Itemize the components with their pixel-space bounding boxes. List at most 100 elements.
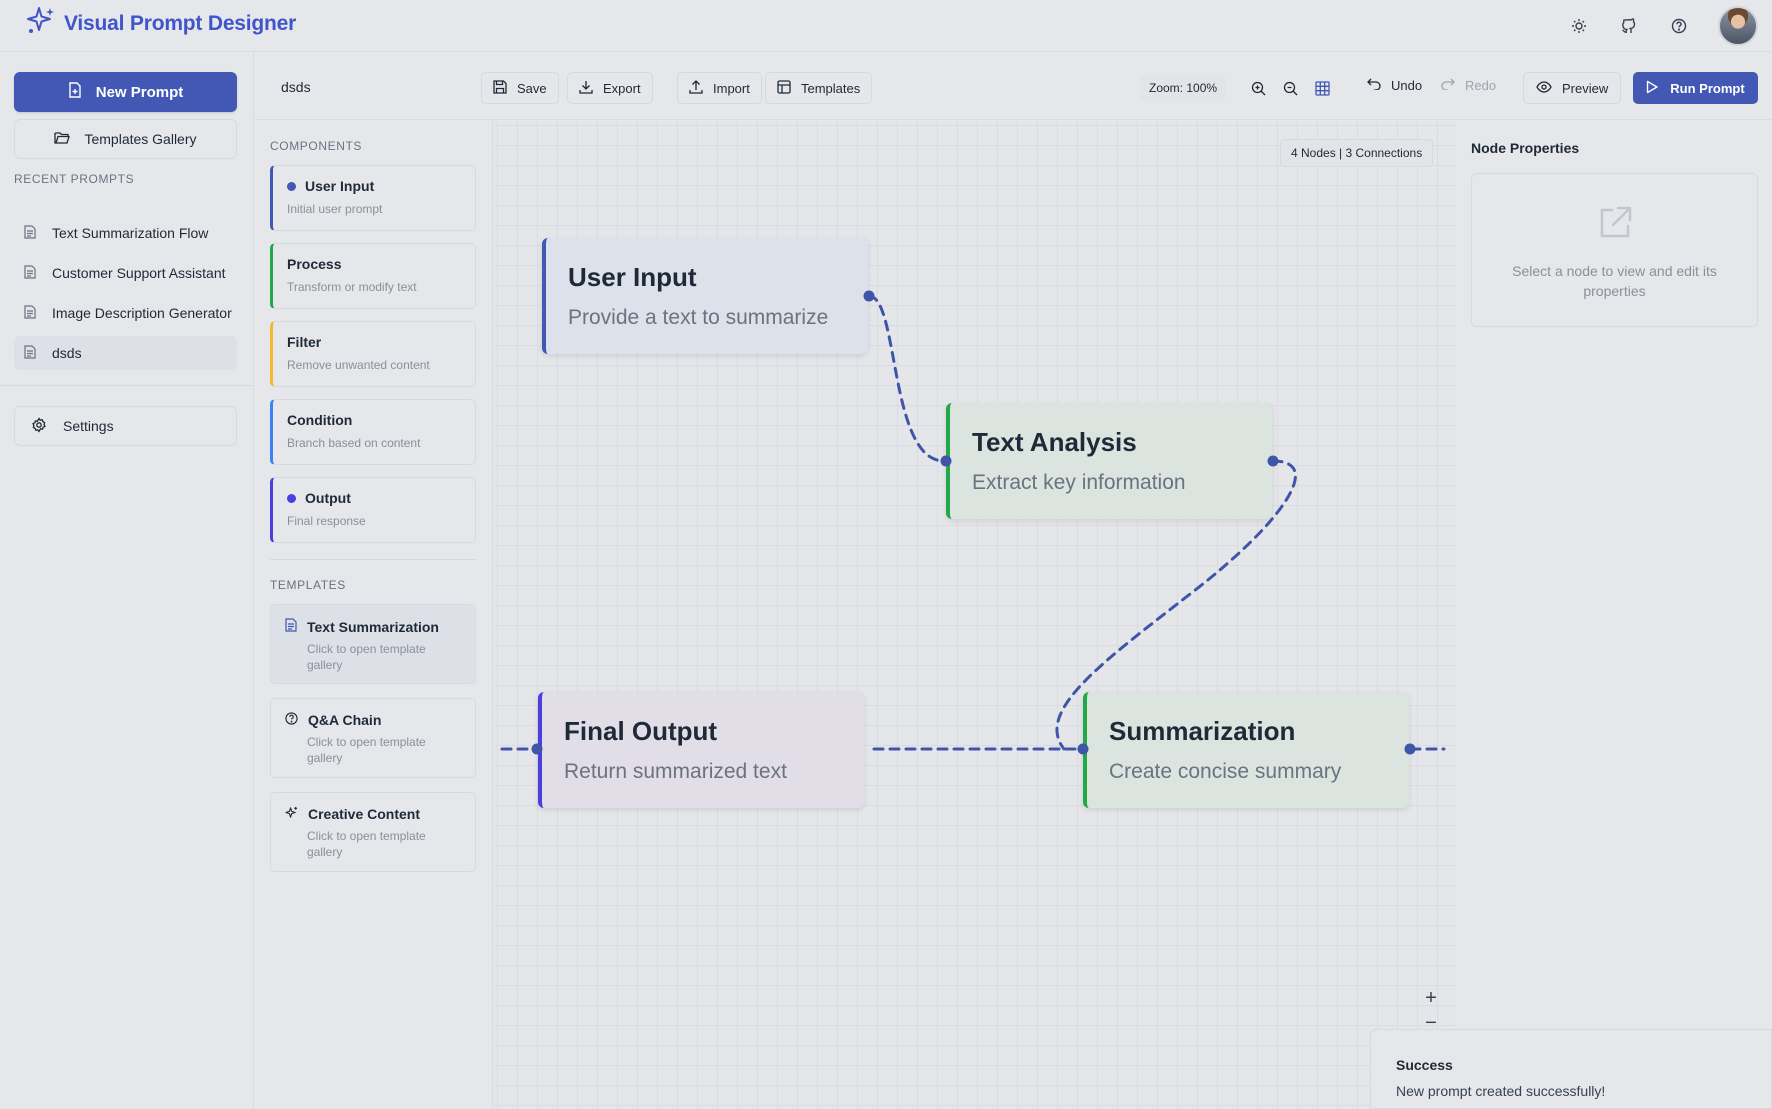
component-description: Transform or modify text xyxy=(287,280,417,294)
template-qa-chain[interactable]: Q&A Chain Click to open template gallery xyxy=(270,698,476,778)
help-circle-icon xyxy=(285,712,298,728)
template-title: Text Summarization xyxy=(307,618,439,635)
layout-icon xyxy=(777,79,791,97)
node-subtitle: Provide a text to summarize xyxy=(568,306,829,329)
component-description: Initial user prompt xyxy=(287,202,383,216)
node-title: Final Output xyxy=(564,716,718,746)
save-button[interactable]: Save xyxy=(481,72,559,104)
template-title: Creative Content xyxy=(308,806,421,822)
component-description: Branch based on content xyxy=(287,436,421,450)
import-label: Import xyxy=(713,80,750,96)
app-title: Visual Prompt Designer xyxy=(64,11,297,35)
redo-label: Redo xyxy=(1465,78,1497,93)
component-output[interactable]: Output Final response xyxy=(270,477,476,543)
preview-label: Preview xyxy=(1562,80,1609,96)
brand[interactable]: Visual Prompt Designer xyxy=(26,6,296,41)
user-avatar[interactable] xyxy=(1718,6,1758,46)
theme-toggle-sun-icon[interactable] xyxy=(1568,15,1590,37)
zoom-out-icon[interactable] xyxy=(1281,79,1299,97)
file-plus-icon xyxy=(68,82,82,102)
help-icon[interactable] xyxy=(1668,15,1690,37)
import-button[interactable]: Import xyxy=(677,72,762,104)
recent-prompt-item-active[interactable]: dsds xyxy=(14,336,237,370)
template-description: Click to open template gallery xyxy=(307,642,426,672)
node-final-output[interactable]: Final Output Return summarized text xyxy=(538,692,864,808)
node-text-analysis[interactable]: Text Analysis Extract key information xyxy=(946,403,1272,519)
document-title[interactable]: dsds xyxy=(281,79,311,95)
export-button[interactable]: Export xyxy=(567,72,653,104)
panel-divider xyxy=(270,559,476,560)
left-sidebar: New Prompt Templates Gallery RECENT PROM… xyxy=(0,52,254,1109)
sparkles-icon xyxy=(285,806,298,822)
node-user-input[interactable]: User Input Provide a text to summarize xyxy=(542,238,868,354)
component-dot xyxy=(287,493,296,503)
template-creative-content[interactable]: Creative Content Click to open template … xyxy=(270,792,476,872)
component-filter[interactable]: Filter Remove unwanted content xyxy=(270,321,476,387)
components-panel: COMPONENTS User Input Initial user promp… xyxy=(255,121,493,1109)
node-summarization[interactable]: Summarization Create concise summary xyxy=(1083,692,1409,808)
node-subtitle: Extract key information xyxy=(972,471,1186,494)
template-text-summarization[interactable]: Text Summarization Click to open templat… xyxy=(270,604,476,684)
node-properties-panel: Node Properties Select a node to view an… xyxy=(1456,121,1772,1109)
component-condition[interactable]: Condition Branch based on content xyxy=(270,399,476,465)
run-prompt-label: Run Prompt xyxy=(1670,80,1745,96)
undo-label: Undo xyxy=(1391,78,1423,93)
document-icon xyxy=(24,304,36,322)
component-dot xyxy=(287,181,296,191)
recent-prompts-heading: RECENT PROMPTS xyxy=(14,172,135,186)
folder-open-icon xyxy=(54,131,71,148)
component-process[interactable]: Process Transform or modify text xyxy=(270,243,476,309)
node-properties-empty-state: Select a node to view and edit its prope… xyxy=(1471,173,1758,327)
run-prompt-button[interactable]: Run Prompt xyxy=(1633,72,1758,104)
template-description: Click to open template gallery xyxy=(307,735,426,765)
node-title: Summarization xyxy=(1109,716,1296,746)
redo-icon xyxy=(1441,78,1455,93)
templates-gallery-button[interactable]: Templates Gallery xyxy=(14,119,237,159)
canvas-zoom-in-button[interactable]: + xyxy=(1421,987,1441,1010)
component-user-input[interactable]: User Input Initial user prompt xyxy=(270,165,476,231)
flow-canvas[interactable]: 4 Nodes | 3 Connections User Input Provi… xyxy=(494,121,1455,1109)
templates-label: Templates xyxy=(801,80,861,96)
recent-prompt-item[interactable]: Image Description Generator xyxy=(14,296,237,330)
zoom-in-icon[interactable] xyxy=(1249,79,1267,97)
new-prompt-label: New Prompt xyxy=(95,83,184,101)
github-icon[interactable] xyxy=(1618,15,1640,37)
undo-button[interactable]: Undo xyxy=(1367,78,1422,93)
node-subtitle: Create concise summary xyxy=(1109,760,1342,783)
component-title: Process xyxy=(287,256,342,272)
document-icon xyxy=(285,618,297,635)
gear-icon xyxy=(31,416,47,436)
settings-label: Settings xyxy=(63,418,114,434)
grid-toggle-icon[interactable] xyxy=(1313,79,1331,97)
node-properties-empty-text: Select a node to view and edit its prope… xyxy=(1512,263,1717,299)
recent-prompt-item[interactable]: Text Summarization Flow xyxy=(14,216,237,250)
component-title: User Input xyxy=(305,178,375,194)
export-label: Export xyxy=(603,80,641,96)
undo-icon xyxy=(1367,78,1381,93)
sidebar-divider xyxy=(0,385,254,386)
recent-prompt-item[interactable]: Customer Support Assistant xyxy=(14,256,237,290)
components-heading: COMPONENTS xyxy=(270,139,363,153)
node-subtitle: Return summarized text xyxy=(564,760,787,783)
redo-button[interactable]: Redo xyxy=(1441,78,1496,93)
node-properties-heading: Node Properties xyxy=(1471,140,1580,156)
recent-prompt-label: Customer Support Assistant xyxy=(52,265,226,281)
connection-user-input-to-text-analysis xyxy=(867,294,946,463)
templates-button[interactable]: Templates xyxy=(765,72,873,104)
recent-prompt-label: Text Summarization Flow xyxy=(52,225,209,241)
canvas-stats: 4 Nodes | 3 Connections xyxy=(1280,139,1434,167)
component-description: Remove unwanted content xyxy=(287,358,430,372)
settings-button[interactable]: Settings xyxy=(14,406,237,446)
document-icon xyxy=(24,264,36,282)
play-icon xyxy=(1646,80,1658,97)
new-prompt-button[interactable]: New Prompt xyxy=(14,72,237,112)
toast-message: New prompt created successfully! xyxy=(1396,1083,1606,1099)
download-icon xyxy=(579,80,593,97)
component-title: Filter xyxy=(287,334,322,350)
node-title: User Input xyxy=(568,262,697,292)
template-title: Q&A Chain xyxy=(308,712,382,728)
component-title: Condition xyxy=(287,412,353,428)
template-description: Click to open template gallery xyxy=(307,829,426,859)
preview-button[interactable]: Preview xyxy=(1523,72,1622,104)
header-actions xyxy=(1568,6,1758,46)
